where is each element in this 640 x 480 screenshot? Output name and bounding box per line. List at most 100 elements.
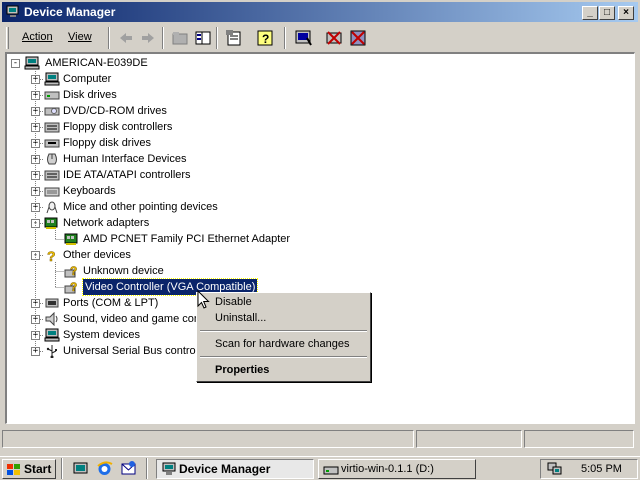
minimize-button[interactable]: _ [582, 6, 598, 20]
title-bar[interactable]: Device Manager _ □ × [2, 2, 638, 22]
tree-category-item[interactable]: + Keyboards [7, 183, 617, 199]
tree-category-item[interactable]: + Floppy disk drives [7, 135, 617, 151]
menu-item-uninstall[interactable]: Uninstall... [215, 312, 266, 324]
collapse-toggle[interactable]: - [11, 59, 20, 68]
tree-item-label: Keyboards [63, 185, 116, 197]
network-tray-icon[interactable] [547, 462, 563, 476]
tree-category-item[interactable]: - Network adapters [7, 215, 617, 231]
expand-toggle[interactable]: + [31, 171, 40, 180]
status-panel-3 [524, 430, 634, 448]
context-menu: Disable Uninstall... Scan for hardware c… [196, 292, 371, 382]
up-folder-icon[interactable] [170, 28, 190, 48]
back-arrow-icon[interactable] [116, 28, 136, 48]
network-card-icon [64, 233, 78, 245]
task-label: Device Manager [179, 462, 271, 476]
tree-category-item[interactable]: + Human Interface Devices [7, 151, 617, 167]
root-label: AMERICAN-E039DE [45, 57, 148, 69]
internet-explorer-icon[interactable] [96, 460, 113, 477]
controller-icon [44, 170, 60, 181]
clock[interactable]: 5:05 PM [581, 463, 622, 475]
outlook-express-icon[interactable] [120, 460, 137, 477]
toolbar-grip[interactable] [6, 27, 9, 49]
tree-item-label: Unknown device [83, 265, 164, 277]
controller-icon [44, 122, 60, 133]
tree-category-item[interactable]: + Computer [7, 71, 617, 87]
menu-item-scan[interactable]: Scan for hardware changes [215, 338, 350, 350]
tree-item-label: Other devices [63, 249, 131, 261]
forward-arrow-icon[interactable] [138, 28, 158, 48]
disk-drive-icon [44, 91, 60, 100]
menu-item-disable[interactable]: Disable [215, 296, 252, 308]
taskbar-separator [146, 458, 148, 479]
uninstall-icon[interactable] [324, 28, 344, 48]
tree-device-item[interactable]: ? Unknown device [7, 263, 617, 279]
expand-toggle[interactable]: + [31, 347, 40, 356]
tree-item-label: Network adapters [63, 217, 150, 229]
expand-toggle[interactable]: + [31, 75, 40, 84]
task-virtio-win[interactable]: virtio-win-0.1.1 (D:) [318, 459, 476, 479]
properties-icon[interactable] [224, 28, 244, 48]
menu-view[interactable]: View [68, 31, 92, 43]
disable-device-icon[interactable] [348, 28, 368, 48]
tree-item-label: System devices [63, 329, 141, 341]
collapse-toggle[interactable]: - [31, 219, 40, 228]
task-device-manager[interactable]: Device Manager [156, 459, 314, 479]
expand-toggle[interactable]: + [31, 155, 40, 164]
show-hide-tree-icon[interactable] [193, 28, 213, 48]
toolbar-separator [162, 27, 164, 49]
cdrom-icon [44, 107, 60, 116]
tree-category-item[interactable]: + IDE ATA/ATAPI controllers [7, 167, 617, 183]
start-button[interactable]: Start [2, 459, 56, 479]
expand-toggle[interactable]: + [31, 315, 40, 324]
menu-separator [200, 356, 367, 358]
menu-action[interactable]: Action [22, 31, 53, 43]
device-manager-icon [6, 5, 19, 17]
tree-item-label: Floppy disk drives [63, 137, 152, 149]
tree-category-item[interactable]: + Mice and other pointing devices [7, 199, 617, 215]
device-manager-window: Device Manager _ □ × Action View ? - AME… [0, 0, 640, 456]
windows-logo-icon [7, 464, 20, 475]
tree-item-label: IDE ATA/ATAPI controllers [63, 169, 191, 181]
device-manager-icon [162, 462, 176, 475]
tree-item-label: Mice and other pointing devices [63, 201, 218, 213]
expand-toggle[interactable]: + [31, 203, 40, 212]
tree-root[interactable]: - AMERICAN-E039DE [7, 55, 307, 71]
computer-icon [44, 328, 60, 342]
close-button[interactable]: × [618, 6, 634, 20]
expand-toggle[interactable]: + [31, 187, 40, 196]
expand-toggle[interactable]: + [31, 139, 40, 148]
tree-category-item[interactable]: -? Other devices [7, 247, 617, 263]
tree-category-item[interactable]: + DVD/CD-ROM drives [7, 103, 617, 119]
tree-device-item[interactable]: AMD PCNET Family PCI Ethernet Adapter [7, 231, 617, 247]
help-icon[interactable]: ? [255, 28, 275, 48]
scan-hardware-icon[interactable] [293, 28, 313, 48]
drive-icon [323, 466, 339, 475]
maximize-button[interactable]: □ [599, 6, 615, 20]
keyboard-icon [44, 187, 60, 197]
tree-item-label: Human Interface Devices [63, 153, 187, 165]
status-panel-main [2, 430, 414, 448]
show-desktop-icon[interactable] [72, 460, 89, 477]
toolbar-separator [216, 27, 218, 49]
toolbar-separator [284, 27, 286, 49]
expand-toggle[interactable]: + [31, 91, 40, 100]
svg-text:?: ? [262, 32, 269, 46]
expand-toggle[interactable]: + [31, 299, 40, 308]
toolbar: Action View ? [2, 24, 638, 52]
menu-item-properties[interactable]: Properties [215, 364, 269, 376]
tree-category-item[interactable]: + Disk drives [7, 87, 617, 103]
expand-toggle[interactable]: + [31, 107, 40, 116]
system-tray: 5:05 PM [540, 459, 638, 479]
tree-item-label: Computer [63, 73, 112, 85]
computer-icon [24, 56, 40, 70]
expand-toggle[interactable]: + [31, 331, 40, 340]
tree-item-label: Disk drives [63, 89, 117, 101]
collapse-toggle[interactable]: - [31, 251, 40, 260]
taskbar: Start Device Manager virtio-win-0.1.1 (D… [0, 456, 640, 480]
expand-toggle[interactable]: + [31, 123, 40, 132]
tree-category-item[interactable]: + Floppy disk controllers [7, 119, 617, 135]
window-title: Device Manager [24, 5, 116, 19]
unknown-device-icon: ? [64, 264, 78, 278]
menu-separator [200, 330, 367, 332]
svg-text:?: ? [70, 280, 77, 294]
